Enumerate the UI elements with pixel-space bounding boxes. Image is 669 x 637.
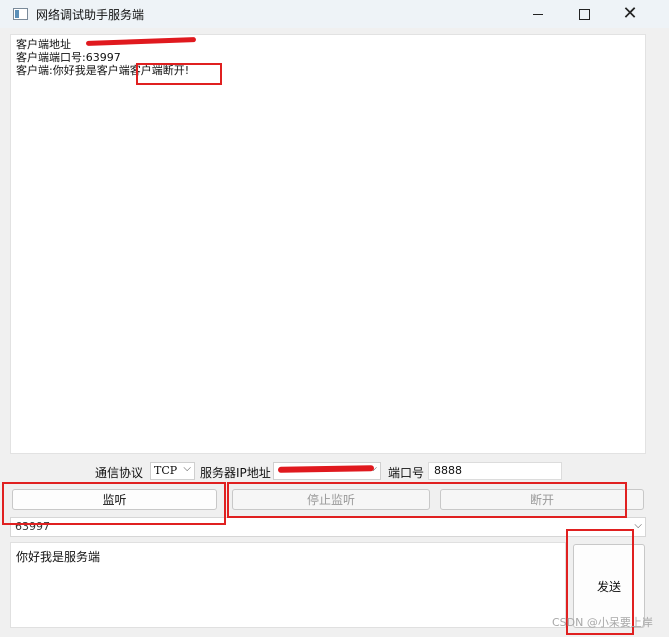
- maximize-button[interactable]: [561, 0, 607, 28]
- minimize-icon: [533, 13, 543, 15]
- client-select-value: 63997: [15, 520, 50, 533]
- log-line-port: 客户端端口号:63997: [16, 51, 121, 64]
- disconnect-button[interactable]: 断开: [440, 489, 644, 510]
- send-textbox[interactable]: 你好我是服务端: [10, 542, 566, 628]
- log-line-message: 客户端:你好我是客户端客户端断开!: [16, 64, 190, 77]
- close-icon: ✕: [622, 3, 638, 24]
- server-ip-label: 服务器IP地址: [200, 466, 271, 480]
- client-select[interactable]: 63997 ⌵: [10, 517, 646, 537]
- protocol-value: TCP: [154, 464, 178, 477]
- stop-listen-button[interactable]: 停止监听: [232, 489, 430, 510]
- minimize-button[interactable]: [515, 0, 561, 28]
- chevron-down-icon: ⌵: [634, 520, 642, 531]
- receive-log[interactable]: 客户端地址 客户端端口号:63997 客户端:你好我是客户端客户端断开!: [10, 34, 646, 454]
- app-window-icon: [13, 8, 28, 20]
- close-button[interactable]: ✕: [607, 0, 653, 28]
- protocol-select[interactable]: TCP ⌵: [150, 462, 195, 480]
- port-label: 端口号: [388, 466, 425, 480]
- port-input[interactable]: 8888: [428, 462, 562, 480]
- listen-button[interactable]: 监听: [12, 489, 217, 510]
- title-bar: 网络调试助手服务端 ✕: [0, 0, 669, 28]
- maximize-icon: [578, 8, 590, 20]
- chevron-down-icon: ⌵: [183, 463, 191, 474]
- watermark: CSDN @小呆要上岸: [552, 616, 653, 629]
- window-title: 网络调试助手服务端: [36, 8, 145, 22]
- protocol-label: 通信协议: [95, 466, 144, 480]
